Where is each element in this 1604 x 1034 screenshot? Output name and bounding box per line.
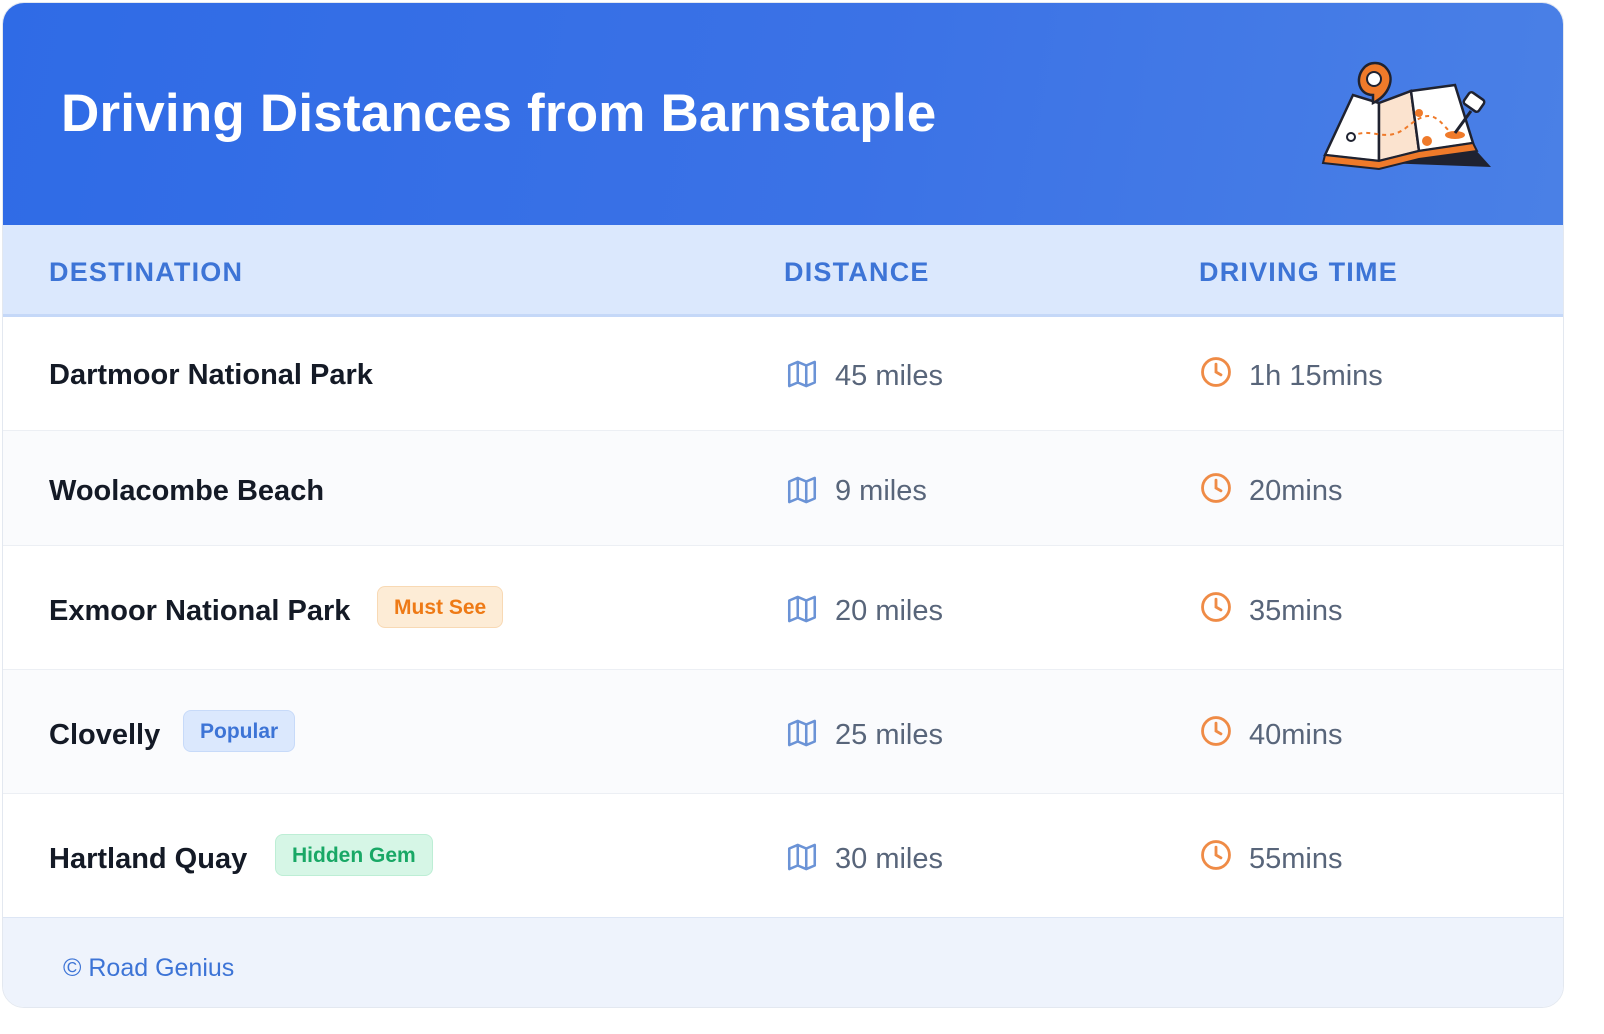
map-icon (787, 719, 817, 747)
card-footer: © Road Genius (3, 917, 1563, 1007)
map-icon (787, 843, 817, 871)
destination-name: Dartmoor National Park (49, 359, 373, 391)
card-header: Driving Distances from Barnstaple (3, 3, 1563, 225)
distance-value: 20 miles (835, 595, 943, 627)
distance-value: 9 miles (835, 475, 927, 507)
clock-icon (1201, 357, 1231, 387)
driving-time-value: 35mins (1249, 595, 1343, 627)
driving-time-value: 20mins (1249, 475, 1343, 507)
driving-time-value: 1h 15mins (1249, 360, 1383, 392)
hidden-gem-badge: Hidden Gem (275, 834, 433, 876)
popular-badge: Popular (183, 710, 296, 752)
column-header-distance[interactable]: DISTANCE (784, 257, 930, 288)
table-row[interactable]: Dartmoor National Park 45 miles 1h 15min… (3, 317, 1563, 431)
destination-name: Hartland Quay (49, 843, 248, 875)
destination-name: Clovelly (49, 719, 161, 751)
distance-value: 30 miles (835, 843, 943, 875)
footer-credit[interactable]: © Road Genius (63, 954, 234, 983)
clock-icon (1201, 716, 1231, 746)
column-header-destination[interactable]: DESTINATION (49, 257, 243, 288)
folded-map-with-pins-icon (1321, 61, 1491, 171)
table-row[interactable]: Exmoor National Park Must See 20 miles 3… (3, 546, 1563, 670)
distance-value: 25 miles (835, 719, 943, 751)
table-row[interactable]: Woolacombe Beach 9 miles 20mins (3, 431, 1563, 546)
map-icon (787, 360, 817, 388)
clock-icon (1201, 592, 1231, 622)
destination-name: Woolacombe Beach (49, 475, 325, 507)
table-header: DESTINATION DISTANCE DRIVING TIME (3, 225, 1563, 317)
table-row[interactable]: Clovelly Popular 25 miles 40mins (3, 670, 1563, 794)
clock-icon (1201, 473, 1231, 503)
table-row[interactable]: Hartland Quay Hidden Gem 30 miles 55mins (3, 794, 1563, 917)
page-title: Driving Distances from Barnstaple (61, 84, 937, 143)
driving-time-value: 40mins (1249, 719, 1343, 751)
destination-name: Exmoor National Park (49, 595, 351, 627)
distance-card: Driving Distances from Barnstaple DESTIN… (2, 2, 1564, 1008)
must-see-badge: Must See (377, 586, 504, 628)
distance-value: 45 miles (835, 360, 943, 392)
clock-icon (1201, 840, 1231, 870)
map-icon (787, 595, 817, 623)
map-icon (787, 476, 817, 504)
column-header-driving-time[interactable]: DRIVING TIME (1199, 257, 1398, 288)
driving-time-value: 55mins (1249, 843, 1343, 875)
